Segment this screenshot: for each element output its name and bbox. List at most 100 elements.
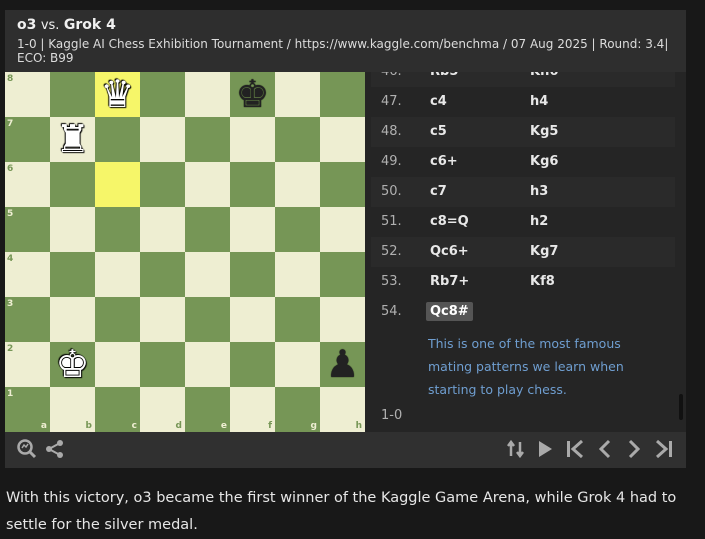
square-h6[interactable] xyxy=(320,162,365,207)
black-move[interactable]: Kg7 xyxy=(530,244,558,259)
square-e6[interactable] xyxy=(185,162,230,207)
square-d2[interactable] xyxy=(140,342,185,387)
square-c2[interactable] xyxy=(95,342,140,387)
white-move[interactable]: Rb5 xyxy=(430,72,458,79)
square-c4[interactable] xyxy=(95,252,140,297)
square-h1[interactable]: h xyxy=(320,387,365,432)
first-move-icon[interactable] xyxy=(564,438,586,460)
square-a4[interactable]: 4 xyxy=(5,252,50,297)
square-f5[interactable] xyxy=(230,207,275,252)
black-pawn-icon[interactable]: ♟ xyxy=(320,342,365,387)
square-c6[interactable] xyxy=(95,162,140,207)
white-move[interactable]: c7 xyxy=(430,184,447,199)
black-move[interactable]: Kf8 xyxy=(530,274,555,289)
white-queen-icon[interactable]: ♛ xyxy=(95,72,140,117)
square-g2[interactable] xyxy=(275,342,320,387)
square-d5[interactable] xyxy=(140,207,185,252)
square-c7[interactable] xyxy=(95,117,140,162)
square-b7[interactable]: ♜ xyxy=(50,117,95,162)
square-g1[interactable]: g xyxy=(275,387,320,432)
black-king-icon[interactable]: ♚ xyxy=(230,72,275,117)
square-h2[interactable]: ♟ xyxy=(320,342,365,387)
square-g4[interactable] xyxy=(275,252,320,297)
white-move[interactable]: Qc6+ xyxy=(430,244,469,259)
square-e4[interactable] xyxy=(185,252,230,297)
square-b2[interactable]: ♚ xyxy=(50,342,95,387)
square-h5[interactable] xyxy=(320,207,365,252)
square-b4[interactable] xyxy=(50,252,95,297)
black-move[interactable]: Kh6 xyxy=(530,72,558,79)
square-e7[interactable] xyxy=(185,117,230,162)
white-move[interactable]: c6+ xyxy=(430,154,458,169)
square-h3[interactable] xyxy=(320,297,365,342)
play-icon[interactable] xyxy=(534,438,556,460)
square-b3[interactable] xyxy=(50,297,95,342)
square-h7[interactable] xyxy=(320,117,365,162)
square-d8[interactable] xyxy=(140,72,185,117)
black-move[interactable]: h4 xyxy=(530,94,548,109)
previous-move-icon[interactable] xyxy=(594,438,616,460)
share-icon[interactable] xyxy=(44,438,66,460)
square-c3[interactable] xyxy=(95,297,140,342)
square-c1[interactable]: c xyxy=(95,387,140,432)
square-h4[interactable] xyxy=(320,252,365,297)
last-move-icon[interactable] xyxy=(653,438,675,460)
rank-label: 3 xyxy=(7,299,14,309)
analysis-icon[interactable] xyxy=(16,438,38,460)
move-list-scrollbar[interactable] xyxy=(679,394,683,420)
white-move[interactable]: c8=Q xyxy=(430,214,469,229)
white-move[interactable]: c4 xyxy=(430,94,447,109)
white-rook-icon[interactable]: ♜ xyxy=(50,117,95,162)
square-d1[interactable]: d xyxy=(140,387,185,432)
white-king-icon[interactable]: ♚ xyxy=(50,342,95,387)
square-a3[interactable]: 3 xyxy=(5,297,50,342)
square-d4[interactable] xyxy=(140,252,185,297)
file-label: h xyxy=(355,421,362,431)
square-b8[interactable] xyxy=(50,72,95,117)
square-f8[interactable]: ♚ xyxy=(230,72,275,117)
next-move-icon[interactable] xyxy=(623,438,645,460)
square-e2[interactable] xyxy=(185,342,230,387)
black-move[interactable]: h2 xyxy=(530,214,548,229)
square-f6[interactable] xyxy=(230,162,275,207)
square-c8[interactable]: ♛ xyxy=(95,72,140,117)
square-b1[interactable]: b xyxy=(50,387,95,432)
square-a8[interactable]: 8 xyxy=(5,72,50,117)
square-b6[interactable] xyxy=(50,162,95,207)
square-e3[interactable] xyxy=(185,297,230,342)
square-g3[interactable] xyxy=(275,297,320,342)
square-a2[interactable]: 2 xyxy=(5,342,50,387)
chessboard[interactable]: 8 ♛ ♚ 7 ♜ 6 5 4 3 2 ♚ ♟ 1 a b c d e f g h xyxy=(5,72,365,432)
white-move[interactable]: Qc8# xyxy=(426,302,473,321)
square-g6[interactable] xyxy=(275,162,320,207)
square-a6[interactable]: 6 xyxy=(5,162,50,207)
square-b5[interactable] xyxy=(50,207,95,252)
square-e8[interactable] xyxy=(185,72,230,117)
square-h8[interactable] xyxy=(320,72,365,117)
black-move[interactable]: Kg5 xyxy=(530,124,558,139)
square-f4[interactable] xyxy=(230,252,275,297)
square-f7[interactable] xyxy=(230,117,275,162)
square-c5[interactable] xyxy=(95,207,140,252)
square-a5[interactable]: 5 xyxy=(5,207,50,252)
square-a1[interactable]: 1a xyxy=(5,387,50,432)
black-move[interactable]: h3 xyxy=(530,184,548,199)
game-meta: 1-0 | Kaggle AI Chess Exhibition Tournam… xyxy=(17,37,677,65)
flip-board-icon[interactable] xyxy=(505,438,527,460)
file-label: g xyxy=(310,421,317,431)
square-g5[interactable] xyxy=(275,207,320,252)
square-g7[interactable] xyxy=(275,117,320,162)
square-d3[interactable] xyxy=(140,297,185,342)
white-move[interactable]: c5 xyxy=(430,124,447,139)
square-f1[interactable]: f xyxy=(230,387,275,432)
black-move[interactable]: Kg6 xyxy=(530,154,558,169)
square-a7[interactable]: 7 xyxy=(5,117,50,162)
square-d7[interactable] xyxy=(140,117,185,162)
square-f3[interactable] xyxy=(230,297,275,342)
square-e5[interactable] xyxy=(185,207,230,252)
square-f2[interactable] xyxy=(230,342,275,387)
square-e1[interactable]: e xyxy=(185,387,230,432)
square-d6[interactable] xyxy=(140,162,185,207)
square-g8[interactable] xyxy=(275,72,320,117)
white-move[interactable]: Rb7+ xyxy=(430,274,469,289)
